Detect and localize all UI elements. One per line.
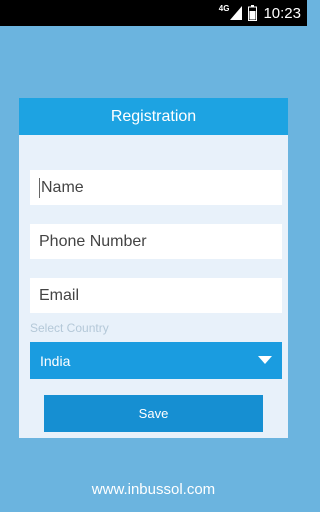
email-placeholder: Email: [39, 286, 80, 304]
phone-number-field[interactable]: Phone Number: [30, 224, 282, 259]
name-field[interactable]: Name: [30, 170, 282, 205]
network-type: 4G: [218, 3, 230, 13]
dropdown-arrow-icon: [258, 356, 272, 364]
country-select[interactable]: India: [30, 342, 282, 379]
registration-card: Registration Name Phone Number Email Sel…: [19, 98, 288, 438]
select-country-label: Select Country: [30, 321, 109, 335]
footer-url[interactable]: www.inbussol.com: [0, 481, 307, 498]
country-selected-value: India: [40, 352, 71, 369]
card-header: Registration: [19, 98, 288, 135]
clock: 10:23: [263, 4, 301, 22]
email-field[interactable]: Email: [30, 278, 282, 313]
phone-placeholder: Phone Number: [39, 232, 147, 250]
save-button[interactable]: Save: [44, 395, 263, 432]
signal-icon: [230, 6, 243, 20]
text-cursor: [39, 177, 40, 198]
status-bar: 4G 10:23: [0, 0, 307, 26]
battery-icon: [248, 5, 258, 21]
page-title: Registration: [110, 107, 197, 125]
name-placeholder: Name: [41, 178, 84, 196]
